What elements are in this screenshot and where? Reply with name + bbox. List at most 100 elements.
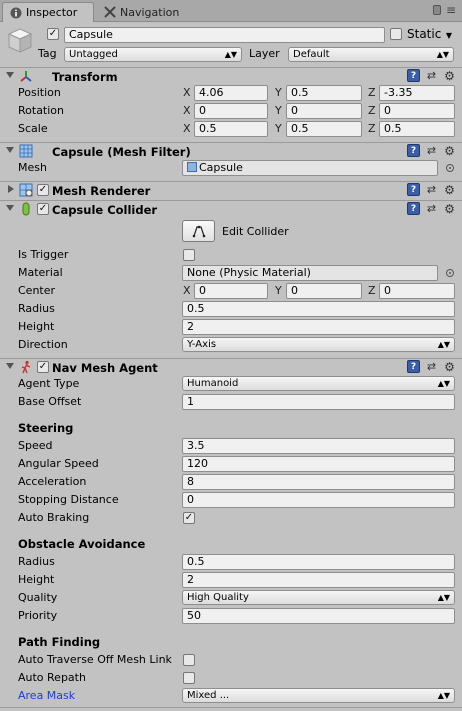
fold-arrow-icon[interactable] <box>6 205 14 211</box>
layer-value: Default <box>293 49 330 60</box>
capsule-collider-enabled-toggle[interactable]: ✓ <box>37 203 49 215</box>
mesh-filter-header[interactable]: Capsule (Mesh Filter) ? ⇄ ⚙ <box>0 142 462 160</box>
nav-mesh-agent-header[interactable]: ✓ Nav Mesh Agent ? ⇄ ⚙ <box>0 358 462 376</box>
acceleration-label: Acceleration <box>18 475 87 488</box>
agent-type-dropdown[interactable]: Humanoid ▲▼ <box>182 376 455 391</box>
center-y-label: Y <box>275 284 282 297</box>
position-z-label: Z <box>368 86 376 99</box>
rotation-x-field[interactable]: 0 <box>194 103 268 119</box>
component-tools: ? ⇄ ⚙ <box>407 69 456 83</box>
mesh-filter-icon <box>19 144 33 158</box>
help-icon[interactable]: ? <box>407 202 420 215</box>
center-x-field[interactable]: 0 <box>194 283 268 299</box>
preset-icon[interactable]: ⇄ <box>425 144 438 157</box>
agent-type-value: Humanoid <box>187 378 239 389</box>
transform-icon <box>19 69 33 83</box>
fold-arrow-icon[interactable] <box>6 363 14 369</box>
position-y-label: Y <box>275 86 282 99</box>
scale-x-field[interactable]: 0.5 <box>194 121 268 137</box>
tab-inspector[interactable]: Inspector <box>2 2 94 22</box>
scale-y-field[interactable]: 0.5 <box>286 121 362 137</box>
tab-navigation[interactable]: Navigation <box>97 2 195 22</box>
auto-repath-label: Auto Repath <box>18 671 86 684</box>
priority-field[interactable]: 50 <box>182 608 455 624</box>
auto-traverse-checkbox[interactable] <box>183 654 195 666</box>
auto-braking-checkbox[interactable]: ✓ <box>183 512 195 524</box>
fold-arrow-icon[interactable] <box>8 185 14 193</box>
bottom-divider <box>0 707 462 708</box>
help-icon[interactable]: ? <box>407 69 420 82</box>
gear-icon[interactable]: ⚙ <box>443 183 456 197</box>
mesh-renderer-icon <box>19 183 33 197</box>
rotation-z-label: Z <box>368 104 376 117</box>
fold-arrow-icon[interactable] <box>6 72 14 78</box>
is-trigger-label: Is Trigger <box>18 248 69 261</box>
mesh-object-field[interactable]: Capsule <box>182 160 438 176</box>
lock-icon[interactable] <box>432 5 441 15</box>
edit-collider-button[interactable] <box>182 220 215 242</box>
center-y-field[interactable]: 0 <box>286 283 362 299</box>
mesh-renderer-title: Mesh Renderer <box>52 184 151 198</box>
component-tools: ? ⇄ ⚙ <box>407 202 456 216</box>
preset-icon[interactable]: ⇄ <box>425 360 438 373</box>
area-mask-dropdown[interactable]: Mixed ... ▲▼ <box>182 688 455 703</box>
gear-icon[interactable]: ⚙ <box>443 202 456 216</box>
help-icon[interactable]: ? <box>407 183 420 196</box>
gear-icon[interactable]: ⚙ <box>443 69 456 83</box>
acceleration-field[interactable]: 8 <box>182 474 455 490</box>
position-x-field[interactable]: 4.06 <box>194 85 268 101</box>
direction-dropdown[interactable]: Y-Axis ▲▼ <box>182 337 455 352</box>
angular-speed-field[interactable]: 120 <box>182 456 455 472</box>
preset-icon[interactable]: ⇄ <box>425 183 438 196</box>
fold-arrow-icon[interactable] <box>6 147 14 153</box>
auto-repath-checkbox[interactable] <box>183 672 195 684</box>
base-offset-field[interactable]: 1 <box>182 394 455 410</box>
tag-dropdown[interactable]: Untagged ▲▼ <box>64 47 242 62</box>
priority-label: Priority <box>18 609 58 622</box>
help-icon[interactable]: ? <box>407 144 420 157</box>
tab-bar: Inspector Navigation ≡ <box>0 0 462 22</box>
context-menu-icon[interactable]: ≡ <box>446 4 456 16</box>
help-icon[interactable]: ? <box>407 360 420 373</box>
center-z-field[interactable]: 0 <box>379 283 455 299</box>
stopping-distance-field[interactable]: 0 <box>182 492 455 508</box>
layer-dropdown[interactable]: Default ▲▼ <box>288 47 454 62</box>
tab-navigation-label: Navigation <box>120 5 180 19</box>
material-object-field[interactable]: None (Physic Material) <box>182 265 438 281</box>
active-toggle[interactable]: ✓ <box>47 28 59 40</box>
component-tools: ? ⇄ ⚙ <box>407 183 456 197</box>
transform-title: Transform <box>52 70 118 84</box>
scale-z-field[interactable]: 0.5 <box>379 121 455 137</box>
speed-field[interactable]: 3.5 <box>182 438 455 454</box>
object-name-field[interactable]: Capsule <box>64 27 385 43</box>
quality-dropdown[interactable]: High Quality ▲▼ <box>182 590 455 605</box>
rotation-z-field[interactable]: 0 <box>379 103 455 119</box>
capsule-collider-header[interactable]: ✓ Capsule Collider ? ⇄ ⚙ <box>0 200 462 218</box>
dropdown-arrow-icon: ▲▼ <box>436 50 449 59</box>
agent-radius-field[interactable]: 0.5 <box>182 554 455 570</box>
mesh-renderer-enabled-toggle[interactable]: ✓ <box>37 184 49 196</box>
center-x-label: X <box>183 284 191 297</box>
position-y-field[interactable]: 0.5 <box>286 85 362 101</box>
object-picker-icon[interactable] <box>446 164 454 172</box>
collider-radius-field[interactable]: 0.5 <box>182 301 455 317</box>
static-dropdown[interactable]: ▼ <box>438 29 454 44</box>
mesh-renderer-header[interactable]: ✓ Mesh Renderer ? ⇄ ⚙ <box>0 181 462 199</box>
transform-header[interactable]: Transform ? ⇄ ⚙ <box>0 67 462 85</box>
gear-icon[interactable]: ⚙ <box>443 360 456 374</box>
object-picker-icon[interactable] <box>446 269 454 277</box>
collider-height-field[interactable]: 2 <box>182 319 455 335</box>
agent-radius-label: Radius <box>18 555 55 568</box>
dropdown-arrow-icon: ▲▼ <box>437 340 450 349</box>
static-toggle[interactable] <box>390 28 402 40</box>
scale-label: Scale <box>18 122 48 135</box>
is-trigger-checkbox[interactable] <box>183 249 195 261</box>
nav-mesh-agent-enabled-toggle[interactable]: ✓ <box>37 361 49 373</box>
capsule-collider-icon <box>19 202 33 216</box>
preset-icon[interactable]: ⇄ <box>425 69 438 82</box>
rotation-y-field[interactable]: 0 <box>286 103 362 119</box>
preset-icon[interactable]: ⇄ <box>425 202 438 215</box>
position-z-field[interactable]: -3.35 <box>379 85 455 101</box>
gear-icon[interactable]: ⚙ <box>443 144 456 158</box>
agent-height-field[interactable]: 2 <box>182 572 455 588</box>
